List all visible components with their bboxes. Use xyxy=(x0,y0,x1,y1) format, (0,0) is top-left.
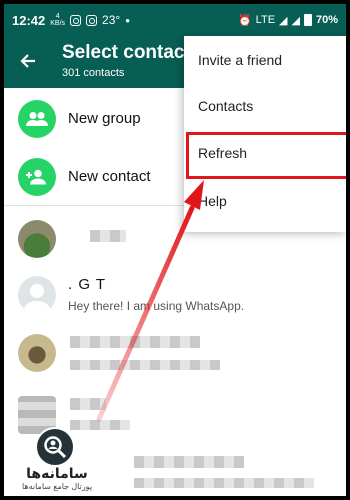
contact-avatar xyxy=(18,334,56,372)
contact-row[interactable]: . G T Hey there! I am using WhatsApp. xyxy=(4,270,346,322)
new-contact-label: New contact xyxy=(68,168,151,185)
status-bar: 12:42 4 KB/s 23° ● ⏰ LTE ◢ ◢ 70% xyxy=(4,4,346,36)
status-time: 12:42 xyxy=(12,12,46,28)
alarm-icon: ⏰ xyxy=(237,14,252,27)
blurred-status xyxy=(134,478,314,488)
temperature: 23° xyxy=(102,13,121,27)
battery-icon xyxy=(303,14,312,26)
contact-name: . G T xyxy=(68,276,107,293)
back-arrow-icon[interactable] xyxy=(16,49,40,73)
dot-icon: ● xyxy=(125,15,131,25)
contact-status: Hey there! I am using WhatsApp. xyxy=(68,299,245,313)
new-group-label: New group xyxy=(68,110,141,127)
search-logo-icon xyxy=(35,427,75,467)
blurred-status xyxy=(70,360,220,370)
watermark-logo: سامانه‌ها پورتال جامع سامانه‌ها xyxy=(12,427,97,496)
refresh-highlight-box xyxy=(186,132,346,179)
menu-item-contacts[interactable]: Contacts xyxy=(184,84,346,128)
battery-level: 70% xyxy=(315,14,338,26)
instagram-icon xyxy=(70,14,82,26)
group-icon xyxy=(18,100,56,138)
blurred-name xyxy=(90,230,126,242)
signal-icon-2: ◢ xyxy=(291,14,300,27)
add-person-icon xyxy=(18,158,56,196)
blurred-name xyxy=(134,456,244,468)
network-type: LTE xyxy=(255,14,276,26)
blurred-name xyxy=(70,398,106,410)
data-speed: 4 KB/s xyxy=(50,13,65,27)
default-avatar-icon xyxy=(18,276,56,314)
watermark-title: سامانه‌ها xyxy=(26,465,88,481)
signal-icon: ◢ xyxy=(279,14,288,27)
page-title: Select contact xyxy=(62,42,191,63)
data-speed-unit: KB/s xyxy=(50,20,66,27)
blurred-name xyxy=(70,336,200,348)
phone-screen: 12:42 4 KB/s 23° ● ⏰ LTE ◢ ◢ 70% Select … xyxy=(0,0,350,500)
instagram-icon-2 xyxy=(86,14,98,26)
contact-count: 301 contacts xyxy=(62,67,125,79)
data-speed-value: 4 xyxy=(55,13,60,20)
watermark-subtitle: پورتال جامع سامانه‌ها xyxy=(21,482,93,491)
menu-item-invite-friend[interactable]: Invite a friend xyxy=(184,38,346,82)
contact-row[interactable] xyxy=(4,326,346,382)
contact-avatar xyxy=(18,220,56,258)
menu-item-help[interactable]: Help xyxy=(184,179,346,223)
